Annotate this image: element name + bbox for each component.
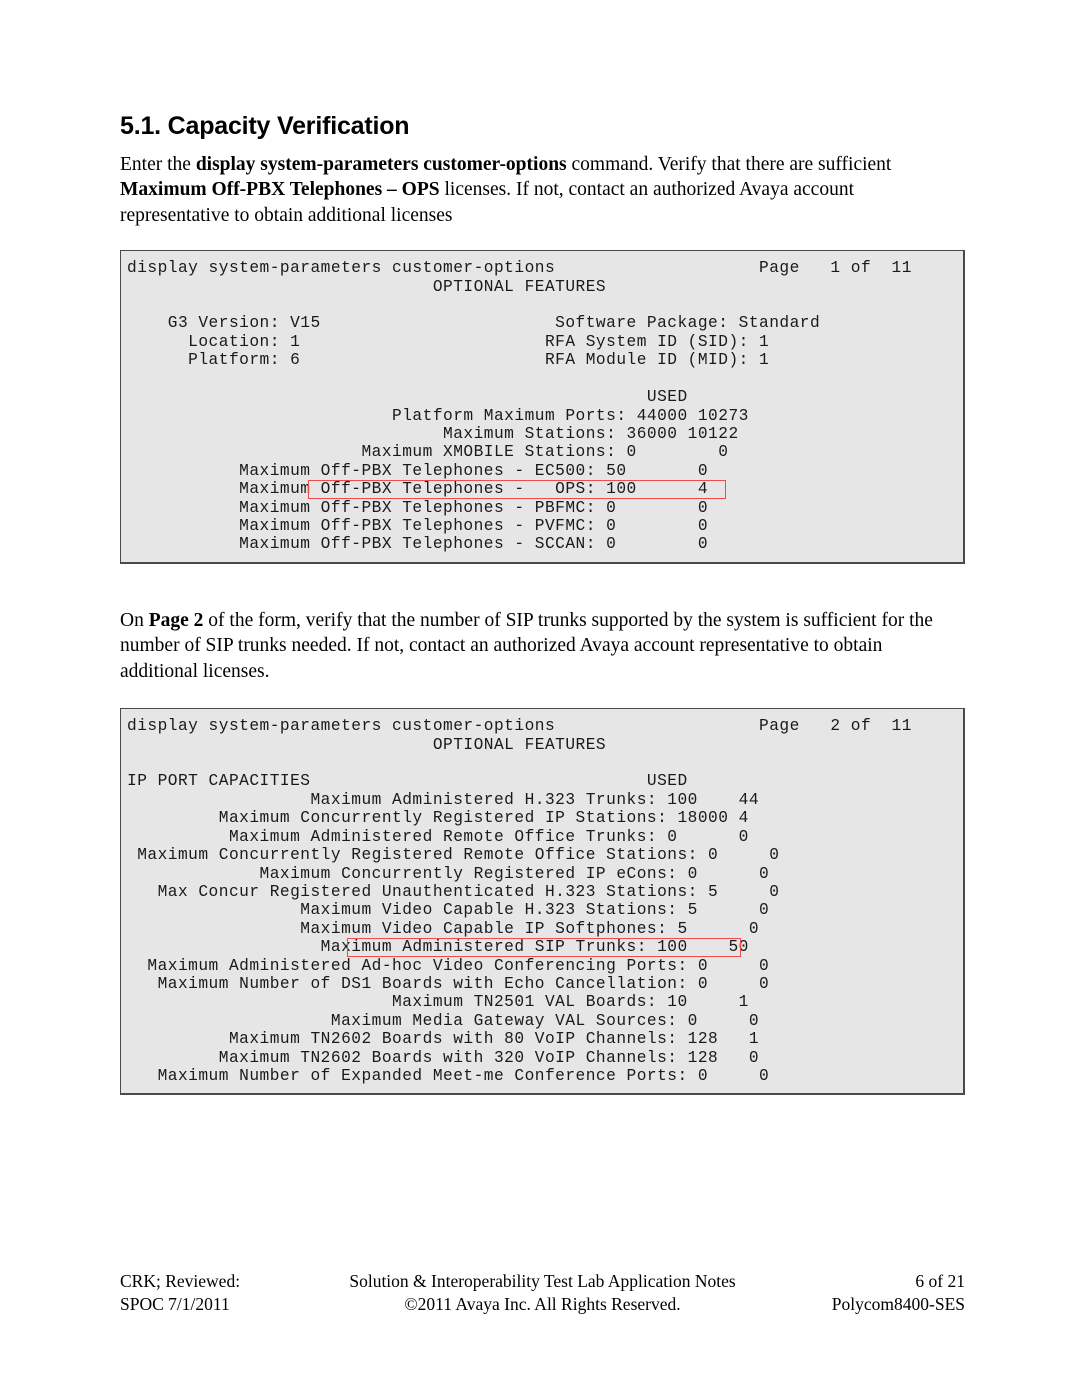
document-page: 5.1. Capacity Verification Enter the dis…: [0, 0, 1080, 1397]
terminal-line: display system-parameters customer-optio…: [127, 259, 912, 278]
body-text: Enter the: [120, 153, 196, 175]
body-text: command. Verify that there are sufficien…: [566, 153, 892, 175]
page-title: 5.1. Capacity Verification: [120, 112, 410, 140]
terminal-line: Maximum Concurrently Registered IP eCons…: [127, 864, 770, 883]
footer-document-id: Polycom8400-SES: [831, 1294, 965, 1314]
terminal-line: OPTIONAL FEATURES: [127, 735, 607, 754]
body-text: On: [120, 609, 149, 631]
terminal-block-page-1: display system-parameters customer-optio…: [120, 250, 965, 564]
terminal-line: Maximum Off-PBX Telephones - EC500: 50 0: [127, 461, 709, 480]
footer-copyright: ©2011 Avaya Inc. All Rights Reserved.: [404, 1294, 681, 1314]
footer-spoc-date: SPOC 7/1/2011: [120, 1294, 230, 1314]
footer-page-number: 6 of 21: [915, 1271, 965, 1291]
terminal-line: Maximum TN2602 Boards with 80 VoIP Chann…: [127, 1030, 760, 1049]
terminal-line: Maximum Concurrently Registered Remote O…: [127, 846, 780, 865]
footer-row-1: CRK; Reviewed: Solution & Interoperabili…: [120, 1270, 965, 1293]
terminal-line: Maximum Off-PBX Telephones - PBFMC: 0 0: [127, 498, 709, 517]
terminal-line-highlighted: Maximum Administered SIP Trunks: 100 50: [121, 937, 963, 958]
terminal-line: USED: [127, 388, 688, 407]
terminal-line: Maximum Concurrently Registered IP Stati…: [127, 809, 749, 828]
terminal-line-highlighted: Maximum Off-PBX Telephones - OPS: 100 4: [121, 479, 963, 500]
intro-paragraph-1: Enter the display system-parameters cust…: [120, 152, 965, 229]
terminal-line: Maximum TN2602 Boards with 320 VoIP Chan…: [127, 1048, 760, 1067]
intro-paragraph-2: On Page 2 of the form, verify that the n…: [120, 608, 965, 685]
terminal-line: Maximum Number of DS1 Boards with Echo C…: [127, 974, 770, 993]
body-text: of the form, verify that the number of S…: [120, 609, 933, 682]
footer-reviewer: CRK; Reviewed:: [120, 1271, 241, 1291]
terminal-line: Maximum Video Capable H.323 Stations: 5 …: [127, 901, 770, 920]
footer-document-title: Solution & Interoperability Test Lab App…: [349, 1271, 736, 1291]
terminal-line: Maximum Off-PBX Telephones - PVFMC: 0 0: [127, 516, 709, 535]
terminal-line: Maximum Administered H.323 Trunks: 100 4…: [127, 790, 760, 809]
page-footer: CRK; Reviewed: Solution & Interoperabili…: [120, 1270, 965, 1316]
terminal-line: Maximum TN2501 VAL Boards: 10 1: [127, 993, 749, 1012]
terminal-line: Platform Maximum Ports: 44000 10273: [127, 406, 749, 425]
terminal-line: Maximum XMOBILE Stations: 0 0: [127, 443, 729, 462]
terminal-block-page-2: display system-parameters customer-optio…: [120, 708, 965, 1096]
terminal-line: Platform: 6 RFA Module ID (MID): 1: [127, 351, 770, 370]
emphasized-text: Maximum Off-PBX Telephones – OPS: [120, 179, 440, 201]
terminal-line: Max Concur Registered Unauthenticated H.…: [127, 882, 780, 901]
footer-row-2: SPOC 7/1/2011 ©2011 Avaya Inc. All Right…: [120, 1293, 965, 1316]
terminal-line: IP PORT CAPACITIES USED: [127, 772, 688, 791]
terminal-line: Maximum Administered Remote Office Trunk…: [127, 827, 749, 846]
terminal-line: OPTIONAL FEATURES: [127, 277, 607, 296]
terminal-line: Maximum Administered Ad-hoc Video Confer…: [127, 956, 770, 975]
terminal-line: Maximum Video Capable IP Softphones: 5 0: [127, 919, 760, 938]
terminal-line: Location: 1 RFA System ID (SID): 1: [127, 332, 770, 351]
terminal-line: Maximum Number of Expanded Meet-me Confe…: [127, 1066, 770, 1085]
terminal-line: Maximum Stations: 36000 10122: [127, 424, 739, 443]
terminal-line: display system-parameters customer-optio…: [127, 717, 912, 736]
emphasized-text: Page 2: [148, 609, 204, 631]
terminal-line: G3 Version: V15 Software Package: Standa…: [127, 314, 821, 333]
terminal-line: Maximum Media Gateway VAL Sources: 0 0: [127, 1011, 760, 1030]
emphasized-text: display system-parameters customer-optio…: [195, 153, 567, 175]
page-content: 5.1. Capacity Verification Enter the dis…: [120, 112, 965, 1096]
terminal-line: Maximum Off-PBX Telephones - SCCAN: 0 0: [127, 535, 709, 554]
